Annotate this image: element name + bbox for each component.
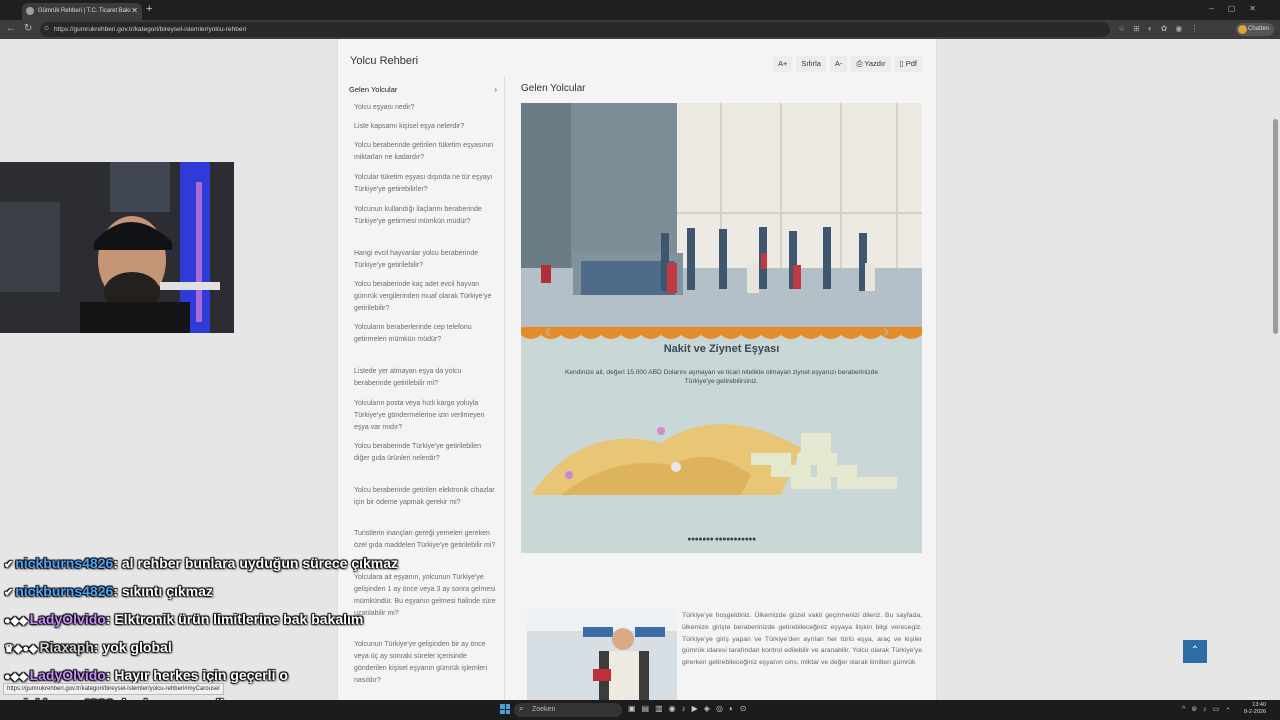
- guide-card: Yolcu Rehberi A+ Sıfırla A- ⎙ Yazdır ▯ P…: [337, 39, 937, 700]
- pdf-label: Pdf: [905, 59, 917, 68]
- scroll-to-top-button[interactable]: ⌃: [1183, 640, 1207, 663]
- address-toolbar: ← ↻ ⊙ https://gumrukrehberi.gov.tr/kateg…: [0, 20, 1280, 39]
- clock[interactable]: 13:40 8-2-2026: [1244, 702, 1266, 716]
- sidebar-heading-label: Gelen Yolcular: [349, 85, 398, 94]
- chat-text: sıkıntı çıkmaz: [121, 583, 213, 599]
- extensions-icon[interactable]: ☆⊞◐✿◉⋮: [1118, 24, 1206, 33]
- print-label: Yazdır: [864, 59, 886, 68]
- back-icon[interactable]: ←: [6, 23, 16, 34]
- browser-tabbar: Gümrük Rehberi | T.C. Ticaret Bakı ✕ + –…: [0, 0, 1280, 20]
- print-icon: ⎙: [856, 59, 863, 68]
- search-placeholder: Zoeken: [532, 706, 556, 713]
- airport-illustration: [521, 103, 922, 495]
- chat-user: LadyOlvido: [29, 611, 106, 627]
- profile-button[interactable]: Chatten: [1236, 23, 1274, 36]
- chat-message: ✔ nickburns4826: al rehber bunlara uyduğu…: [4, 555, 399, 571]
- sidebar: Gelen Yolcular › Yolcu eşyası nedir? Lis…: [338, 77, 505, 700]
- address-bar[interactable]: ⊙ https://gumrukrehberi.gov.tr/kategori/…: [40, 22, 1110, 37]
- sidebar-item[interactable]: Turistlerin inançları gereği yemeleri ge…: [354, 528, 496, 552]
- os-taskbar: ⌕ Zoeken ▣▤▥◉♪▶◈◎◐⊙ ^⊚♪▭◔ 13:40 8-2-2026: [0, 700, 1280, 720]
- font-increase-button[interactable]: A+: [772, 56, 793, 72]
- font-decrease-button[interactable]: A-: [829, 56, 848, 72]
- badge-icon: ●◆◆: [4, 615, 28, 627]
- chat-text: Elktronik ürün limitlerine bak bakalım: [114, 611, 364, 627]
- chat-text: al rehber bunlara uyduğun sürece çıkmaz: [121, 555, 399, 571]
- document-icon: ▯: [899, 59, 904, 68]
- sidebar-item[interactable]: Yolcular tüketim eşyası dışında ne tür e…: [354, 172, 496, 196]
- carousel-indicators[interactable]: ●●●●●●● ●●●●●●●●●●●: [521, 536, 922, 543]
- slide-text: Kendinize ait, değeri 15.000 ABD Doların…: [564, 369, 878, 385]
- badge-icon: ●◆◆: [4, 671, 28, 683]
- image-carousel[interactable]: ‹ › Nakit ve Ziynet Eşyası Kendinize ait…: [521, 103, 922, 553]
- chat-user: nickburns4826: [15, 555, 114, 571]
- start-icon[interactable]: [500, 704, 510, 714]
- sidebar-item[interactable]: Hangi evcil hayvanlar yolcu beraberinde …: [354, 248, 496, 272]
- window-controls[interactable]: –▢✕: [1209, 4, 1270, 13]
- chat-message: ●◆◆ LadyOlvido: Hayır herkes için geçerli…: [4, 667, 288, 683]
- chat-user: LadyOlvido: [29, 667, 106, 683]
- sidebar-item[interactable]: Yolcu beraberinde Türkiye'ye getirilebil…: [354, 441, 496, 465]
- webcam-feed: [0, 162, 234, 333]
- chevron-right-icon: ›: [494, 85, 497, 94]
- profile-label: Chatten: [1248, 26, 1270, 32]
- sidebar-heading[interactable]: Gelen Yolcular ›: [349, 85, 497, 94]
- toolbar: A+ Sıfırla A- ⎙ Yazdır ▯ Pdf: [772, 56, 922, 72]
- font-reset-button[interactable]: Sıfırla: [796, 56, 826, 72]
- clock-date: 8-2-2026: [1244, 709, 1267, 715]
- sidebar-item[interactable]: Yolcu beraberinde getirilen tüketim eşya…: [354, 140, 496, 164]
- chat-message: ●◆◆ LadyOlvido: Elktronik ürün limitlerin…: [4, 611, 364, 627]
- taskbar-search[interactable]: ⌕ Zoeken: [514, 703, 622, 717]
- carousel-prev-icon[interactable]: ‹: [545, 321, 551, 342]
- verified-icon: ✔: [4, 559, 14, 571]
- chat-text: Hayır herkes için geçerli o: [114, 667, 288, 683]
- system-tray[interactable]: ^⊚♪▭◔: [1182, 705, 1236, 713]
- status-link-preview: https://gumrukrehberi.gov.tr/kategori/bi…: [3, 683, 224, 695]
- page-scrollbar[interactable]: [1273, 119, 1278, 334]
- webcam-overlay: [0, 162, 234, 333]
- sidebar-item[interactable]: Yolcu beraberinde getirilen elektronik c…: [354, 485, 496, 509]
- pinned-apps[interactable]: ▣▤▥◉♪▶◈◎◐⊙: [628, 704, 752, 713]
- clock-time: 13:40: [1252, 702, 1267, 708]
- search-icon: ⌕: [519, 704, 524, 713]
- chat-text: yok global: [102, 639, 172, 655]
- sidebar-item[interactable]: Liste kapsamı kişisel eşya nelerdir?: [354, 121, 496, 133]
- chat-message: ♛◆●◆ Riaxaph: yok global: [4, 639, 172, 655]
- site-info-icon[interactable]: ⊙: [44, 25, 49, 32]
- chat-user: nickburns4826: [15, 583, 114, 599]
- avatar: [1238, 25, 1247, 34]
- sidebar-item[interactable]: Yolcu eşyası nedir?: [354, 102, 496, 114]
- close-tab-icon[interactable]: ✕: [131, 6, 138, 15]
- chevron-up-icon: ⌃: [1190, 645, 1200, 656]
- sidebar-item[interactable]: Yolcuların posta veya hızlı kargo yoluyl…: [354, 398, 496, 434]
- chat-user: Riaxaph: [39, 639, 94, 655]
- new-tab-icon[interactable]: +: [146, 3, 152, 15]
- tab-title: Gümrük Rehberi | T.C. Ticaret Bakı: [38, 8, 131, 14]
- slide-title: Nakit ve Ziynet Eşyası: [663, 343, 780, 355]
- browser-tab[interactable]: Gümrük Rehberi | T.C. Ticaret Bakı ✕: [22, 3, 142, 20]
- sidebar-item[interactable]: Yolcuların beraberlerinde cep telefonu g…: [354, 322, 496, 346]
- sidebar-item[interactable]: Yolcu beraberinde kaç adet evcil hayvan …: [354, 279, 496, 315]
- page-title: Yolcu Rehberi: [350, 55, 419, 67]
- favicon-icon: [26, 7, 34, 15]
- intro-text: Türkiye'ye hoşgeldiniz. Ülkemizde güzel …: [682, 612, 922, 667]
- url-text: https://gumrukrehberi.gov.tr/kategori/bi…: [54, 26, 247, 33]
- carousel-next-icon[interactable]: ›: [883, 321, 889, 342]
- content-title: Gelen Yolcular: [521, 83, 586, 94]
- sidebar-item[interactable]: Listede yer almayan eşya da yolcu berabe…: [354, 366, 496, 390]
- reload-icon[interactable]: ↻: [24, 23, 32, 34]
- sidebar-item[interactable]: Yolcunun kullandığı ilaçlarını beraberin…: [354, 204, 496, 228]
- page-viewport: Yolcu Rehberi A+ Sıfırla A- ⎙ Yazdır ▯ P…: [0, 39, 1280, 700]
- badge-icon: ♛◆●◆: [4, 643, 38, 655]
- verified-icon: ✔: [4, 587, 14, 599]
- chat-message: ✔ nickburns4826: sıkıntı çıkmaz: [4, 583, 213, 599]
- pdf-button[interactable]: ▯ Pdf: [894, 56, 922, 72]
- print-button[interactable]: ⎙ Yazdır: [851, 56, 891, 72]
